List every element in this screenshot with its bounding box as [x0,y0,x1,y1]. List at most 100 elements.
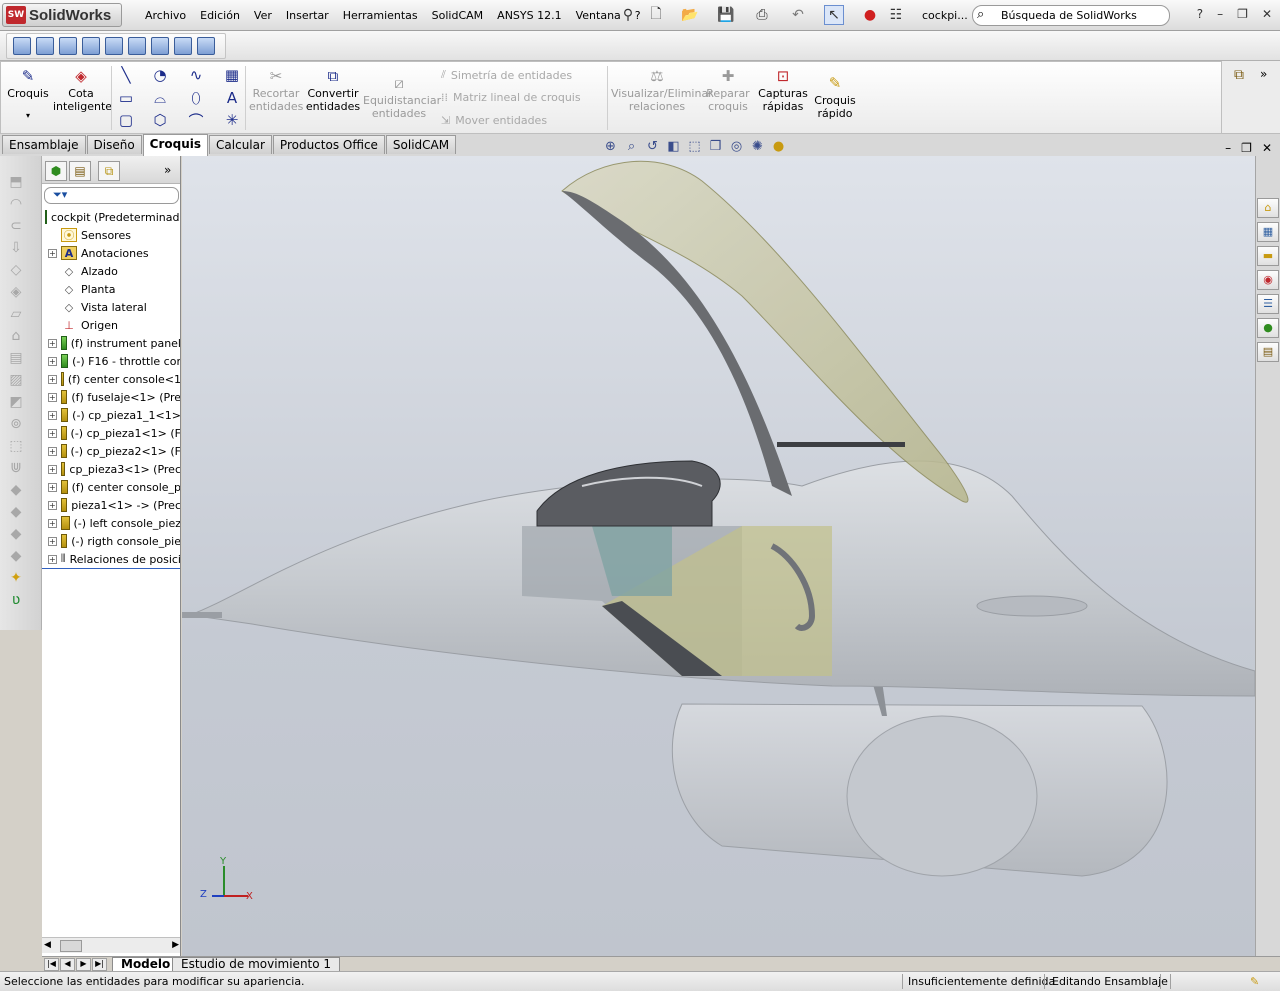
loft-icon[interactable]: ⇩ [7,240,25,256]
spline-icon[interactable]: ∿ [187,66,205,84]
grid-icon[interactable]: ▦ [223,66,241,84]
point-icon[interactable]: ✳ [223,111,241,129]
tree-item[interactable]: ⊥ Origen [42,316,180,334]
print-icon[interactable]: ⎙ [752,5,772,25]
rebuild-icon[interactable]: ● [860,5,880,25]
arc-icon[interactable]: ⌓ [151,89,169,107]
customize-icon[interactable]: ⧉ [1234,67,1244,83]
mirror-feature-icon[interactable]: ◆ [7,482,25,498]
rectangle-icon[interactable]: ▭ [117,89,135,107]
new-document-icon[interactable]: 🗋 [646,5,666,25]
toolbar-icon-1[interactable] [13,37,31,55]
appearances-icon[interactable]: ● [1257,318,1279,338]
toolbar-icon-5[interactable] [105,37,123,55]
tree-item[interactable]: + (-) cp_pieza1<1> (F [42,424,180,442]
tree-item[interactable]: ◇ Vista lateral [42,298,180,316]
open-icon[interactable]: 📂 [680,5,700,25]
tree-item[interactable]: + (-) rigth console_pie [42,532,180,550]
select-icon[interactable]: ↖ [824,5,844,25]
apply-scene-icon[interactable]: ● [770,139,787,156]
expand-icon[interactable]: + [48,446,57,456]
edit-appearance-icon[interactable]: ✺ [749,139,766,156]
chamfer-icon[interactable]: ⌂ [7,328,25,344]
rollback-bar[interactable] [42,568,180,569]
undo-icon[interactable]: ↶ [788,5,808,25]
expand-icon[interactable]: + [48,482,57,492]
menu-insertar[interactable]: Insertar [279,9,336,22]
ellipse-icon[interactable]: ⬯ [187,89,205,107]
rib-icon[interactable]: ▤ [7,350,25,366]
previous-view-icon[interactable]: ↺ [644,139,661,156]
tree-item[interactable]: + (f) center console<1 [42,370,180,388]
extrude-icon[interactable]: ⬒ [7,174,25,190]
viewport-close-icon[interactable]: ✕ [1262,141,1272,155]
minimize-icon[interactable]: – [1217,7,1223,21]
toolbar-icon-6[interactable] [128,37,146,55]
convert-entities-button[interactable]: ⧉ Convertir entidades [305,67,361,113]
text-tool-icon[interactable]: A [223,89,241,107]
tree-root[interactable]: cockpit (Predeterminado [42,208,180,226]
cockpit-model-render[interactable] [182,156,1255,956]
expand-icon[interactable]: + [48,248,57,258]
toolbar-icon-8[interactable] [174,37,192,55]
move-entities-button[interactable]: ⇲ Mover entidades [441,114,547,127]
tree-item[interactable]: + cp_pieza3<1> (Prec [42,460,180,478]
rebuild-status-icon[interactable]: ✎ [1250,975,1259,988]
tab-ensamblaje[interactable]: Ensamblaje [2,135,86,154]
toolbar-icon-9[interactable] [197,37,215,55]
help-icon[interactable]: ? [1197,7,1203,21]
mirror-entities-button[interactable]: ⫽ Simetría de entidades [441,68,572,82]
hole-icon[interactable]: ⊚ [7,416,25,432]
menu-herramientas[interactable]: Herramientas [336,9,425,22]
zoom-to-fit-icon[interactable]: ⊕ [602,139,619,156]
expand-icon[interactable]: + [48,518,57,528]
custom-properties-icon[interactable]: ▤ [1257,342,1279,362]
curve-icon[interactable]: ◆ [7,526,25,542]
save-icon[interactable]: 💾 [716,5,736,25]
tree-item[interactable]: ⦿ Sensores [42,226,180,244]
chevron-down-icon[interactable]: ▾ [7,109,49,122]
tree-filter-input[interactable]: ⏷▾ [44,187,179,204]
polygon-icon[interactable]: ⬡ [151,111,169,129]
hide-show-items-icon[interactable]: ◎ [728,139,745,156]
revolve-icon[interactable]: ◠ [7,196,25,212]
menu-ver[interactable]: Ver [247,9,279,22]
expand-icon[interactable]: + [48,428,57,438]
display-relations-button[interactable]: ⚖ Visualizar/Eliminar relaciones [611,67,713,113]
tab-estudio-movimiento[interactable]: Estudio de movimiento 1 [172,957,341,972]
expand-icon[interactable]: + [48,464,57,474]
solidworks-logo[interactable]: SW SolidWorks [2,3,122,27]
expand-icon[interactable]: + [48,410,57,420]
first-tab-icon[interactable]: |◀ [44,958,59,971]
display-style-icon[interactable]: ❒ [707,139,724,156]
toolbar-icon-3[interactable] [59,37,77,55]
expand-icon[interactable]: + [48,500,57,510]
viewport-restore-icon[interactable]: ❐ [1241,141,1252,155]
smart-dimension-button[interactable]: ◈ Cota inteligente [53,67,112,113]
pattern-feature-icon[interactable]: ◆ [7,504,25,520]
cut-revolve-icon[interactable]: ◈ [7,284,25,300]
menu-ansys[interactable]: ANSYS 12.1 [490,9,568,22]
menu-archivo[interactable]: Archivo [138,9,193,22]
expand-icon[interactable]: + [48,392,57,402]
tree-expand-icon[interactable]: » [164,163,171,177]
shell-icon[interactable]: ▨ [7,372,25,388]
featuremanager-tab-icon[interactable]: ⬢ [45,161,67,181]
draft-icon[interactable]: ◩ [7,394,25,410]
tree-item[interactable]: + (f) fuselaje<1> (Pre [42,388,180,406]
graphics-area[interactable]: Y X Z [182,156,1255,956]
scroll-left-icon[interactable]: ◀ [44,940,51,950]
tree-item[interactable]: + (-) left console_piez [42,514,180,532]
zoom-to-area-icon[interactable]: ⌕ [623,139,640,156]
expand-icon[interactable]: + [48,338,57,348]
linear-pattern-button[interactable]: ⁞⁞ Matriz lineal de croquis [441,91,581,104]
tree-item[interactable]: ◇ Planta [42,280,180,298]
design-library-icon[interactable]: ▦ [1257,222,1279,242]
pin-icon[interactable]: ⚲ [618,5,638,25]
dome-icon[interactable]: ⋓ [7,460,25,476]
tree-item[interactable]: ◇ Alzado [42,262,180,280]
sweep-icon[interactable]: ⊂ [7,218,25,234]
view-orientation-icon[interactable]: ⬚ [686,139,703,156]
line-icon[interactable]: ╲ [117,66,135,84]
tree-item[interactable]: + A Anotaciones [42,244,180,262]
